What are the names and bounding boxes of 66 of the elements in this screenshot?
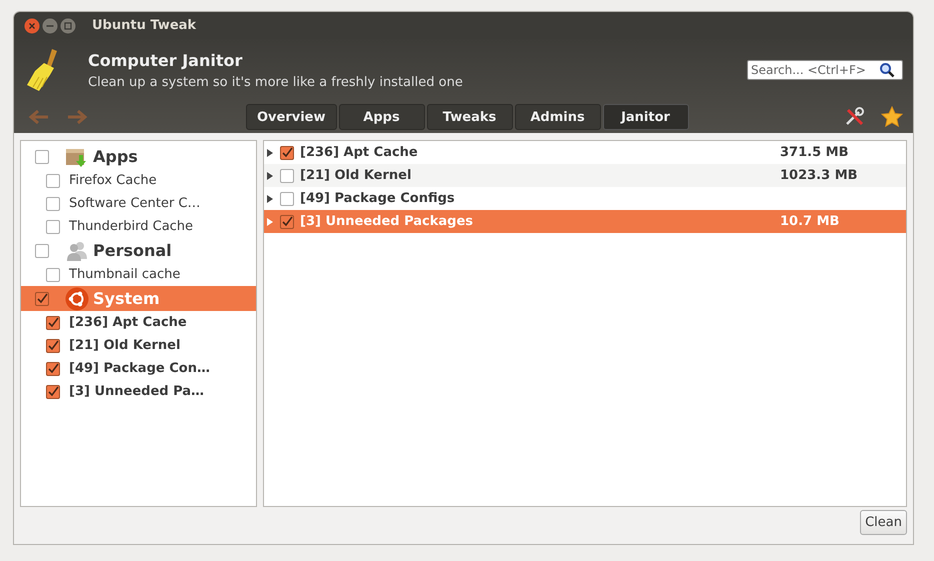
checkbox[interactable] — [46, 316, 60, 330]
expander-icon[interactable] — [266, 194, 274, 204]
cache-item[interactable]: [21] Old Kernel — [21, 334, 256, 357]
cache-item[interactable]: [3] Unneeded Pa… — [21, 380, 256, 403]
nav-tab[interactable]: Janitor — [602, 104, 689, 130]
nav-tab[interactable]: Apps — [338, 104, 425, 130]
page-subtitle: Clean up a system so it's more like a freshly installed one — [88, 74, 464, 90]
expander-icon[interactable] — [266, 148, 274, 158]
result-label: [49] Package Configs — [300, 191, 456, 206]
cache-item[interactable]: Thunderbird Cache — [21, 215, 256, 238]
item-label: Thunderbird Cache — [69, 219, 194, 234]
category-label: Personal — [93, 241, 172, 260]
result-row[interactable]: [21] Old Kernel 1023.3 MB — [264, 164, 906, 187]
checkbox[interactable] — [280, 214, 294, 228]
nav-tab[interactable]: Overview — [246, 104, 337, 130]
cache-item[interactable]: Thumbnail cache — [21, 263, 256, 286]
checkbox[interactable] — [46, 268, 60, 282]
checkbox[interactable] — [46, 362, 60, 376]
item-label: [3] Unneeded Pa… — [69, 384, 204, 399]
result-label: [236] Apt Cache — [300, 145, 419, 160]
minimize-icon[interactable] — [42, 18, 58, 34]
result-label: [3] Unneeded Packages — [300, 214, 474, 229]
clean-button[interactable]: Clean — [860, 510, 907, 535]
category-row[interactable]: Personal — [21, 238, 256, 263]
users-icon — [65, 240, 89, 262]
item-label: [236] Apt Cache — [69, 315, 187, 330]
checkbox[interactable] — [35, 150, 49, 164]
item-label: Firefox Cache — [69, 173, 157, 188]
checkbox[interactable] — [46, 196, 60, 210]
checkbox[interactable] — [280, 192, 294, 206]
size-text: 10.7 MB — [780, 214, 840, 229]
category-row[interactable]: Apps — [21, 144, 256, 169]
category-label: System — [93, 289, 160, 308]
checkbox[interactable] — [46, 338, 60, 352]
star-icon[interactable] — [881, 106, 903, 128]
item-label: Software Center C… — [69, 196, 200, 211]
checkbox[interactable] — [46, 384, 60, 398]
cache-item[interactable]: Software Center C… — [21, 192, 256, 215]
cache-item[interactable]: [236] Apt Cache — [21, 311, 256, 334]
checkbox[interactable] — [280, 146, 294, 160]
search-field[interactable]: Search... <Ctrl+F> — [747, 60, 903, 80]
page-title: Computer Janitor — [88, 50, 244, 70]
checkbox[interactable] — [280, 168, 294, 182]
checkbox[interactable] — [46, 174, 60, 188]
size-text: 1023.3 MB — [780, 168, 858, 183]
checkbox[interactable] — [35, 244, 49, 258]
window-title: Ubuntu Tweak — [92, 18, 196, 33]
category-label: Apps — [93, 147, 138, 166]
search-icon[interactable] — [879, 62, 895, 78]
checkbox[interactable] — [46, 220, 60, 234]
nav-tab[interactable]: Tweaks — [426, 104, 513, 130]
checkbox[interactable] — [35, 292, 49, 306]
item-label: [21] Old Kernel — [69, 338, 180, 353]
cache-item[interactable]: Firefox Cache — [21, 169, 256, 192]
item-label: Thumbnail cache — [69, 267, 180, 282]
cache-item[interactable]: [49] Package Con… — [21, 357, 256, 380]
nav-tab[interactable]: Admins — [514, 104, 601, 130]
maximize-icon[interactable] — [60, 18, 76, 34]
result-row[interactable]: [49] Package Configs — [264, 187, 906, 210]
size-text: 371.5 MB — [780, 145, 848, 160]
item-label: [49] Package Con… — [69, 361, 210, 376]
close-icon[interactable] — [24, 18, 40, 34]
result-label: [21] Old Kernel — [300, 168, 412, 183]
ubuntu-logo-icon — [65, 286, 89, 310]
result-row[interactable]: [236] Apt Cache 371.5 MB — [264, 141, 906, 164]
expander-icon[interactable] — [266, 170, 274, 180]
